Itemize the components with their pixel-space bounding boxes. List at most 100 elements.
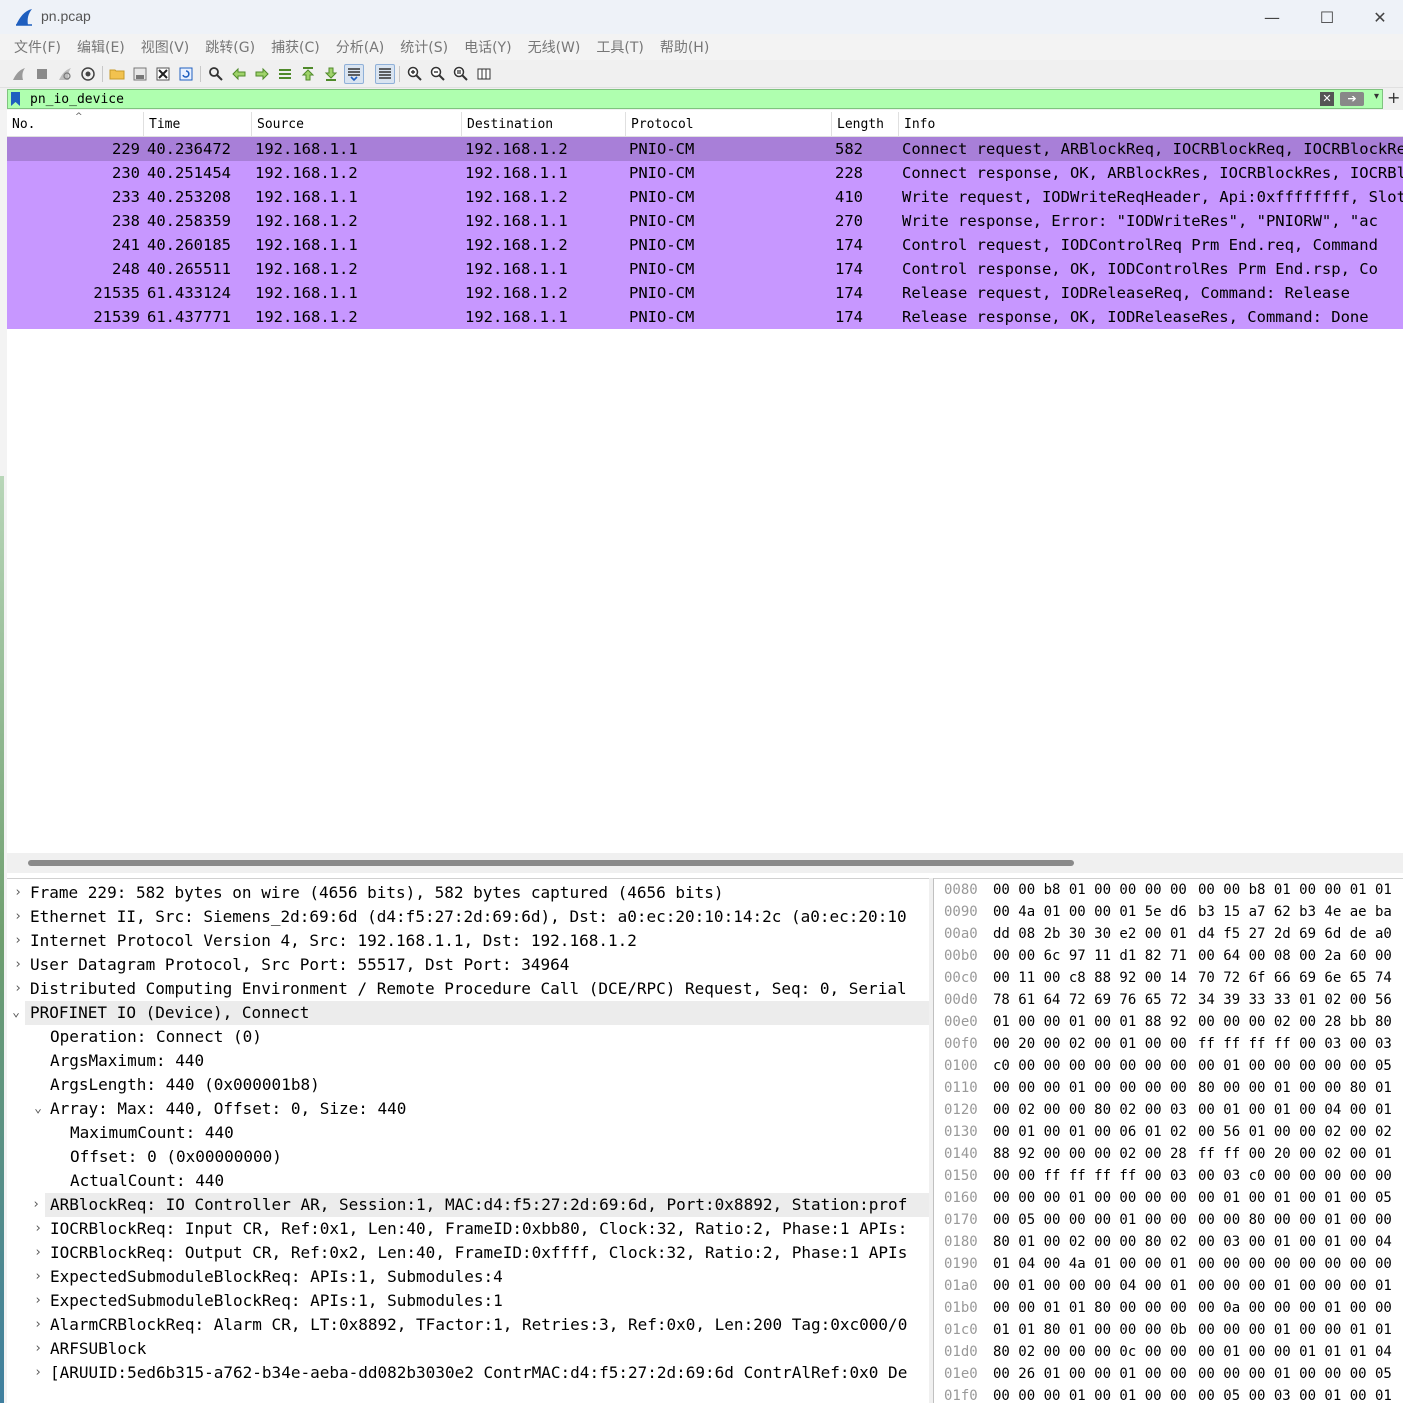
packet-row[interactable]: 230 40.251454 192.168.1.2 192.168.1.1 PNIO-C… <box>7 161 1403 185</box>
hex-row[interactable]: 0090 00 4a 01 00 00 01 5e d6 b3 15 a7 62 b… <box>934 901 1403 923</box>
menu-capture[interactable]: 捕获(C) <box>263 37 328 57</box>
start-capture-button[interactable] <box>9 64 29 84</box>
detail-tree-item[interactable]: › IOCRBlockReq: Output CR, Ref:0x2, Len:4… <box>7 1241 929 1265</box>
hex-row[interactable]: 01a0 00 01 00 00 00 04 00 01 00 00 00 01 0… <box>934 1275 1403 1297</box>
expand-arrow-icon[interactable]: › <box>31 1241 45 1265</box>
hex-row[interactable]: 01c0 01 01 80 01 00 00 00 0b 00 00 00 01 0… <box>934 1319 1403 1341</box>
menu-tools[interactable]: 工具(T) <box>588 37 651 57</box>
menu-go[interactable]: 跳转(G) <box>197 37 263 57</box>
hex-row[interactable]: 0190 01 04 00 4a 01 00 00 01 00 00 00 00 0… <box>934 1253 1403 1275</box>
packet-row[interactable]: 21539 61.437771 192.168.1.2 192.168.1.1 PNIO… <box>7 305 1403 329</box>
hex-row[interactable]: 0160 00 00 00 01 00 00 00 00 00 01 00 01 0… <box>934 1187 1403 1209</box>
clear-filter-icon[interactable]: ✕ <box>1320 92 1334 106</box>
expand-arrow-icon[interactable]: › <box>11 881 25 905</box>
hex-row[interactable]: 0140 88 92 00 00 00 02 00 28 ff ff 00 20 0… <box>934 1143 1403 1165</box>
detail-tree-item[interactable]: ⌄ Array: Max: 440, Offset: 0, Size: 440 <box>7 1097 929 1121</box>
detail-tree-item[interactable]: › ARFSUBlock <box>7 1337 929 1361</box>
hex-row[interactable]: 0150 00 00 ff ff ff ff 00 03 00 03 c0 00 0… <box>934 1165 1403 1187</box>
restart-capture-button[interactable] <box>55 64 75 84</box>
hex-row[interactable]: 0120 00 02 00 00 80 02 00 03 00 01 00 01 0… <box>934 1099 1403 1121</box>
menu-edit[interactable]: 编辑(E) <box>69 37 133 57</box>
detail-tree-item[interactable]: ArgsLength: 440 (0x000001b8) <box>7 1073 929 1097</box>
expand-arrow-icon[interactable]: › <box>11 977 25 1001</box>
go-first-button[interactable] <box>298 64 318 84</box>
close-button[interactable]: ✕ <box>1357 0 1403 34</box>
hex-row[interactable]: 0080 00 00 b8 01 00 00 00 00 00 00 b8 01 0… <box>934 879 1403 901</box>
bookmark-icon[interactable] <box>11 92 20 106</box>
menu-statistics[interactable]: 统计(S) <box>392 37 456 57</box>
detail-tree-item[interactable]: › Internet Protocol Version 4, Src: 192.1… <box>7 929 929 953</box>
detail-tree-item[interactable]: › ExpectedSubmoduleBlockReq: APIs:1, Subm… <box>7 1265 929 1289</box>
save-file-button[interactable] <box>130 64 150 84</box>
close-file-button[interactable] <box>153 64 173 84</box>
detail-tree-item[interactable]: Operation: Connect (0) <box>7 1025 929 1049</box>
detail-tree-item[interactable]: ArgsMaximum: 440 <box>7 1049 929 1073</box>
detail-tree-item[interactable]: › User Datagram Protocol, Src Port: 55517… <box>7 953 929 977</box>
menu-help[interactable]: 帮助(H) <box>652 37 717 57</box>
detail-tree-item[interactable]: › Frame 229: 582 bytes on wire (4656 bits… <box>7 881 929 905</box>
minimize-button[interactable]: — <box>1249 0 1295 34</box>
resize-columns-button[interactable] <box>474 64 494 84</box>
filter-history-dropdown-icon[interactable]: ▾ <box>1374 91 1379 102</box>
packet-row[interactable]: 21535 61.433124 192.168.1.1 192.168.1.2 PNIO… <box>7 281 1403 305</box>
hex-row[interactable]: 00a0 dd 08 2b 30 30 e2 00 01 d4 f5 27 2d 6… <box>934 923 1403 945</box>
packet-row[interactable]: 229 40.236472 192.168.1.1 192.168.1.2 PNIO-C… <box>7 137 1403 161</box>
packet-list-horizontal-scrollbar[interactable] <box>7 853 1403 873</box>
scrollbar-thumb[interactable] <box>28 860 1074 866</box>
expand-arrow-icon[interactable]: › <box>31 1361 45 1385</box>
packet-row[interactable]: 238 40.258359 192.168.1.2 192.168.1.1 PNIO-C… <box>7 209 1403 233</box>
expand-arrow-icon[interactable]: › <box>31 1265 45 1289</box>
expand-arrow-icon[interactable]: › <box>11 953 25 977</box>
expand-arrow-icon[interactable]: › <box>29 1193 43 1217</box>
detail-tree-item[interactable]: Offset: 0 (0x00000000) <box>7 1145 929 1169</box>
menu-wireless[interactable]: 无线(W) <box>520 37 589 57</box>
detail-tree-item[interactable]: › Distributed Computing Environment / Rem… <box>7 977 929 1001</box>
hex-row[interactable]: 0170 00 05 00 00 00 01 00 00 00 00 80 00 0… <box>934 1209 1403 1231</box>
column-source[interactable]: Source <box>252 112 462 137</box>
hex-row[interactable]: 01d0 80 02 00 00 00 0c 00 00 00 01 00 00 0… <box>934 1341 1403 1363</box>
reload-file-button[interactable] <box>176 64 196 84</box>
collapse-arrow-icon[interactable]: ⌄ <box>9 1001 23 1025</box>
menu-file[interactable]: 文件(F) <box>6 37 69 57</box>
apply-filter-icon[interactable]: ➔ <box>1340 92 1364 106</box>
colorize-button[interactable] <box>375 64 395 84</box>
hex-row[interactable]: 01f0 00 00 00 01 00 01 00 00 00 05 00 03 0… <box>934 1385 1403 1403</box>
detail-tree-item[interactable]: › ExpectedSubmoduleBlockReq: APIs:1, Subm… <box>7 1289 929 1313</box>
detail-tree-item[interactable]: › ARBlockReq: IO Controller AR, Session:1… <box>32 1193 929 1217</box>
column-protocol[interactable]: Protocol <box>626 112 832 137</box>
detail-tree-item[interactable]: MaximumCount: 440 <box>7 1121 929 1145</box>
detail-tree-item[interactable]: › IOCRBlockReq: Input CR, Ref:0x1, Len:40… <box>7 1217 929 1241</box>
hex-row[interactable]: 0130 00 01 00 01 00 06 01 02 00 56 01 00 0… <box>934 1121 1403 1143</box>
column-info[interactable]: Info <box>899 112 1403 137</box>
expand-arrow-icon[interactable]: › <box>31 1337 45 1361</box>
expand-arrow-icon[interactable]: › <box>31 1313 45 1337</box>
stop-capture-button[interactable] <box>32 64 52 84</box>
menu-analyze[interactable]: 分析(A) <box>328 37 393 57</box>
column-length[interactable]: Length <box>832 112 899 137</box>
capture-options-button[interactable] <box>78 64 98 84</box>
hex-row[interactable]: 00f0 00 20 00 02 00 01 00 00 ff ff ff ff 0… <box>934 1033 1403 1055</box>
hex-row[interactable]: 00e0 01 00 00 01 00 01 88 92 00 00 00 02 0… <box>934 1011 1403 1033</box>
add-filter-button[interactable]: + <box>1387 88 1400 107</box>
find-packet-button[interactable] <box>206 64 226 84</box>
open-file-button[interactable] <box>107 64 127 84</box>
display-filter-input[interactable]: pn_io_device ✕ ➔ ▾ <box>7 89 1383 109</box>
detail-tree-item[interactable]: › AlarmCRBlockReq: Alarm CR, LT:0x8892, T… <box>7 1313 929 1337</box>
go-to-packet-button[interactable] <box>275 64 295 84</box>
hex-row[interactable]: 00b0 00 00 6c 97 11 d1 82 71 00 64 00 08 0… <box>934 945 1403 967</box>
column-time[interactable]: Time <box>144 112 252 137</box>
hex-row[interactable]: 0100 c0 00 00 00 00 00 00 00 00 01 00 00 0… <box>934 1055 1403 1077</box>
menu-view[interactable]: 视图(V) <box>133 37 198 57</box>
go-forward-button[interactable] <box>252 64 272 84</box>
zoom-in-button[interactable] <box>405 64 425 84</box>
detail-tree-item[interactable]: ⌄ PROFINET IO (Device), Connect <box>12 1001 929 1025</box>
hex-row[interactable]: 00d0 78 61 64 72 69 76 65 72 34 39 33 33 0… <box>934 989 1403 1011</box>
menu-telephony[interactable]: 电话(Y) <box>456 37 519 57</box>
hex-row[interactable]: 0110 00 00 00 01 00 00 00 00 80 00 00 01 0… <box>934 1077 1403 1099</box>
maximize-button[interactable]: ☐ <box>1304 0 1350 34</box>
detail-tree-item[interactable]: › Ethernet II, Src: Siemens_2d:69:6d (d4:… <box>7 905 929 929</box>
autoscroll-button[interactable] <box>344 64 364 84</box>
column-destination[interactable]: Destination <box>462 112 626 137</box>
packet-row[interactable]: 233 40.253208 192.168.1.1 192.168.1.2 PNIO-C… <box>7 185 1403 209</box>
expand-arrow-icon[interactable]: › <box>11 905 25 929</box>
